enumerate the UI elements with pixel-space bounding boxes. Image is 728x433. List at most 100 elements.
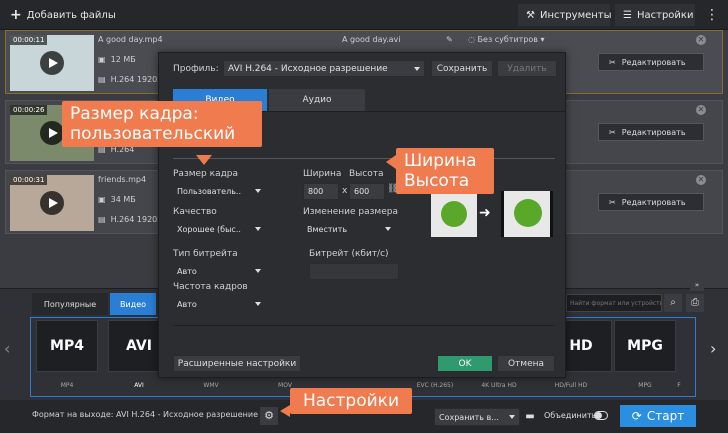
save-to-dropdown[interactable]: Сохранить в... [434,408,520,426]
bitrate-label: Битрейт (кбит/с) [309,249,389,259]
format-card-mp4[interactable]: MP4 [36,320,98,372]
edit-label: Редактировать [621,57,686,67]
close-icon[interactable]: ✕ [696,175,706,185]
profile-dropdown[interactable]: AVI H.264 - Исходное разрешение [223,60,425,77]
format-card-mpg[interactable]: MPG [614,320,676,372]
subtitles-dropdown[interactable]: ◌ Без субтитров ▾ [468,35,545,44]
resize-dropdown[interactable]: Вместить [303,221,395,238]
frame-size-dropdown[interactable]: Пользователь.. [173,183,265,200]
apple-preview-original [431,191,477,237]
save-profile-button[interactable]: Сохранить [431,60,493,77]
tools-label: Инструменты [539,9,612,21]
chevron-right-icon[interactable]: › [710,339,716,358]
close-icon[interactable]: ✕ [696,105,706,115]
video-thumbnail[interactable]: 00:00:11 [10,35,94,91]
collapse-icon[interactable]: » [690,281,704,291]
file-size-row: ▣ 12 МБ [98,55,136,64]
fps-dropdown[interactable]: Авто [173,296,265,313]
scissors-icon: ✂ [609,127,616,137]
edit-button[interactable]: ✂ Редактировать [598,193,704,211]
resize-label: Изменение размера [303,207,398,217]
bitrate-type-value: Авто [177,267,197,276]
play-icon[interactable] [40,121,64,145]
device-search-icon[interactable]: ⎙ [686,294,704,312]
film-icon: ▤ [98,215,106,224]
quality-value: Хорошее (быс.. [177,225,241,234]
video-thumbnail[interactable]: 00:00:31 [10,175,94,231]
play-icon[interactable] [40,51,64,75]
save-to-label: Сохранить в... [439,412,499,422]
frame-size-value: Пользователь.. [177,187,241,196]
top-toolbar: + Добавить файлы ⚒ Инструменты ☰ Настрой… [0,0,728,30]
height-label: Высота [349,169,384,179]
format-label: 4K Ultra HD [481,382,517,389]
gear-icon[interactable]: ⚙ [260,407,278,425]
width-input[interactable]: 800 [303,183,339,200]
menu-icon: ☰ [623,9,632,21]
callout-settings: Настройки [290,388,412,414]
format-label: WMV [203,382,219,389]
file-size: 12 МБ [110,55,136,64]
folder-icon[interactable]: ▬ [522,408,538,426]
file-icon: ▣ [98,55,106,64]
duration-label: 00:00:31 [10,175,48,185]
pencil-icon[interactable]: ✎ [446,35,453,44]
bitrate-type-dropdown[interactable]: Авто [173,263,265,280]
subtitle-icon: ◌ [468,35,475,44]
callout-width-text: Ширина [404,151,477,171]
fps-value: Авто [177,300,197,309]
callout-frame-size: Размер кадра: пользовательский [62,101,262,147]
more-icon[interactable]: ⋮ [700,4,724,26]
frame-size-label: Размер кадра [173,169,239,179]
codec-info: H.264 1920x [110,75,162,84]
delete-profile-button[interactable]: Удалить [497,60,557,77]
divider [173,158,555,159]
callout-pointer [386,155,396,169]
callout-width-height: Ширина Высота [396,148,494,194]
add-files-button[interactable]: + Добавить файлы [2,4,124,26]
ok-button[interactable]: OK [437,355,493,372]
advanced-settings-button[interactable]: Расширенные настройки [173,355,301,372]
edit-button[interactable]: ✂ Редактировать [598,53,704,71]
start-button[interactable]: ⟳ Старт [620,405,696,427]
height-input[interactable]: 600 [349,183,385,200]
cancel-button[interactable]: Отмена [497,355,555,372]
add-files-label: Добавить файлы [26,9,116,21]
bitrate-input[interactable] [309,263,399,280]
format-search-input[interactable] [566,294,662,312]
file-name: A good day.mp4 [98,35,163,44]
file-size-row: ▣ 34 МБ [98,195,136,204]
scissors-icon: ✂ [609,197,616,207]
plus-icon: + [10,7,22,23]
settings-menu-button[interactable]: ☰ Настройки [615,4,695,26]
duration-label: 00:00:26 [10,105,48,115]
profile-label: Профиль: [173,64,219,74]
apple-preview-resized [501,191,553,237]
quality-dropdown[interactable]: Хорошее (быс.. [173,221,265,238]
tab-video[interactable]: Видео [110,293,156,315]
callout-settings-text: Настройки [302,391,399,411]
subtitles-label: Без субтитров [477,35,539,44]
chevron-left-icon[interactable]: ‹ [4,339,10,358]
search-icon[interactable]: ⌕ [664,294,682,312]
settings-label: Настройки [636,9,694,21]
tab-popular[interactable]: Популярные [32,293,108,315]
edit-button[interactable]: ✂ Редактировать [598,123,704,141]
edit-label: Редактировать [621,197,686,207]
callout-height-text: Высота [404,171,470,191]
fps-label: Частота кадров [173,282,248,292]
duration-label: 00:00:11 [10,35,48,45]
play-icon[interactable] [40,191,64,215]
times-label: x [342,186,348,196]
tools-button[interactable]: ⚒ Инструменты [518,4,612,26]
width-label: Ширина [303,169,342,179]
start-label: Старт [646,409,685,423]
merge-label: Объединить [544,411,597,420]
tab-audio-settings[interactable]: Аудио [269,89,365,111]
output-name[interactable]: A good day.avi [342,35,400,44]
close-icon[interactable]: ✕ [696,35,706,45]
film-icon: ▤ [98,75,106,84]
file-name: friends.mp4 [98,175,147,184]
format-label: MP4 [60,382,74,389]
merge-toggle[interactable] [594,411,608,420]
